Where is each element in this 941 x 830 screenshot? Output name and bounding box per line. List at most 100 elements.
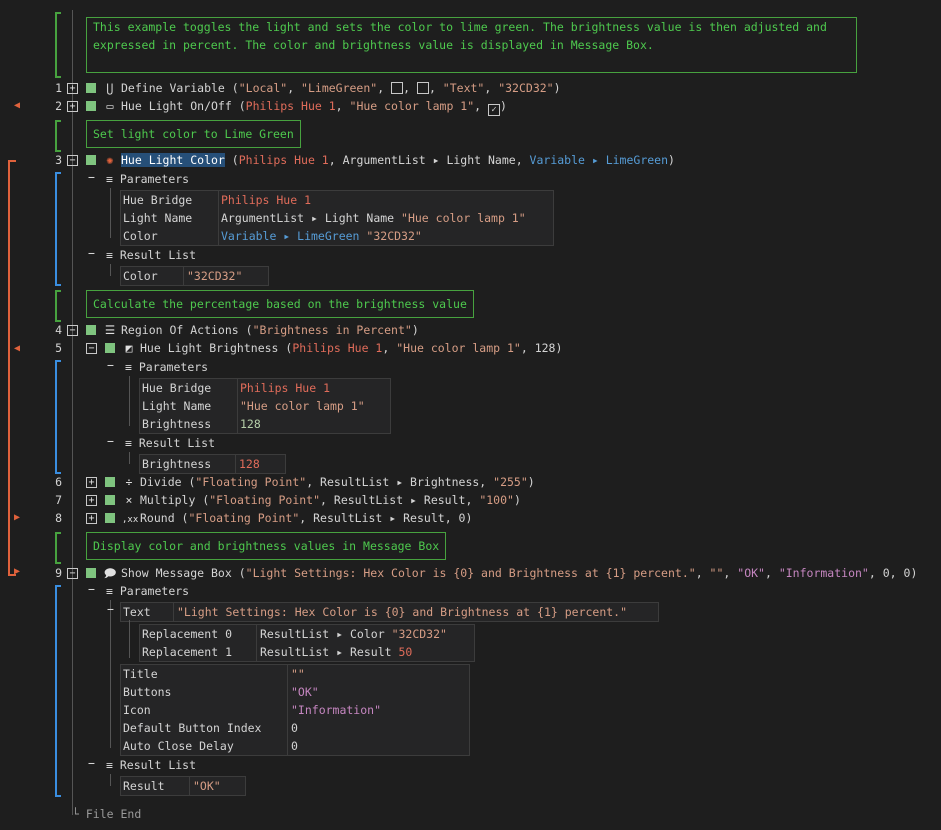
param-value: Philips Hue 1 [240, 381, 331, 395]
param-row[interactable]: Color Variable ▸ LimeGreen "32CD32" [121, 227, 553, 245]
param-row[interactable]: Title "" [121, 665, 469, 683]
arg: "Hue color lamp 1" [396, 341, 521, 355]
collapse-icon[interactable]: − [67, 155, 78, 166]
divide-icon: ÷ [125, 475, 133, 489]
param-row[interactable]: Text "Light Settings: Hex Color is {0} an… [121, 603, 658, 621]
collapse-icon[interactable]: − [88, 756, 95, 770]
parameters-header[interactable]: ≡ Parameters [106, 170, 189, 188]
collapse-icon[interactable]: − [107, 602, 114, 616]
line-number: 3 [55, 153, 62, 167]
action-row-7[interactable]: × Multiply ("Floating Point", ResultList … [122, 491, 521, 509]
param-value: 50 [398, 645, 413, 659]
collapse-icon[interactable]: − [67, 568, 78, 579]
param-key: Replacement 0 [142, 627, 233, 641]
action-row-5[interactable]: ◩ Hue Light Brightness (Philips Hue 1, "H… [122, 339, 563, 357]
marker-left-icon[interactable]: ◀ [14, 344, 20, 354]
param-row[interactable]: Brightness 128 [140, 415, 390, 433]
arg: "255" [493, 475, 528, 489]
expand-icon[interactable]: + [86, 495, 97, 506]
enabled-checkbox[interactable] [86, 155, 96, 165]
comment-bracket [55, 12, 61, 78]
action-name: Divide [140, 475, 182, 489]
param-row[interactable]: Icon "Information" [121, 701, 469, 719]
marker-right-icon[interactable]: ▶ [14, 567, 20, 577]
action-row-8[interactable]: ,xx Round ("Floating Point", ResultList ▸… [122, 509, 472, 527]
comment-block[interactable]: Calculate the percentage based on the br… [86, 290, 474, 318]
param-row[interactable]: Light Name "Hue color lamp 1" [140, 397, 390, 415]
param-row[interactable]: Replacement 1 ResultList ▸ Result 50 [140, 643, 474, 661]
action-row-6[interactable]: ÷ Divide ("Floating Point", ResultList ▸ … [122, 473, 535, 491]
collapse-icon[interactable]: − [88, 582, 95, 596]
comment-text: Set light color to Lime Green [93, 127, 294, 141]
enabled-checkbox[interactable] [105, 343, 115, 353]
param-key: Light Name [142, 399, 212, 413]
collapse-icon[interactable]: − [88, 246, 95, 260]
line-number: 2 [55, 99, 62, 113]
result-list-header[interactable]: ≡ Result List [106, 756, 196, 774]
comment-bracket [55, 290, 61, 322]
collapse-icon[interactable]: − [88, 170, 95, 184]
action-row-4[interactable]: ☰ Region Of Actions ("Brightness in Perce… [103, 321, 419, 339]
block-bracket [55, 585, 61, 797]
result-table: Brightness 128 [139, 454, 286, 474]
param-row[interactable]: Hue Bridge Philips Hue 1 [140, 379, 390, 397]
result-row[interactable]: Result "OK" [121, 777, 245, 795]
comment-block[interactable]: Display color and brightness values in M… [86, 532, 447, 560]
variable-icon: ⋃ [106, 81, 114, 95]
param-value: ResultList ▸ Color [260, 627, 385, 641]
arg: Philips Hue 1 [292, 341, 383, 355]
enabled-checkbox[interactable] [105, 477, 115, 487]
action-row-2[interactable]: ▭ Hue Light On/Off (Philips Hue 1, "Hue c… [103, 97, 507, 116]
parameters-header[interactable]: ≡ Parameters [106, 582, 189, 600]
param-key: Color [123, 229, 158, 243]
action-row-3[interactable]: ✺ Hue Light Color (Philips Hue 1, Argumen… [103, 151, 675, 169]
arg: "Brightness in Percent" [252, 323, 412, 337]
param-value: Philips Hue 1 [221, 193, 312, 207]
param-key: Buttons [123, 685, 172, 699]
action-row-9[interactable]: 🗩 Show Message Box ("Light Settings: Hex … [103, 564, 918, 582]
line-number: 4 [55, 323, 62, 337]
result-list-header[interactable]: ≡ Result List [125, 434, 215, 452]
param-row[interactable]: Auto Close Delay 0 [121, 737, 469, 755]
result-value: 128 [239, 457, 260, 471]
comment-block[interactable]: Set light color to Lime Green [86, 120, 301, 148]
parameters-header[interactable]: ≡ Parameters [125, 358, 208, 376]
enabled-checkbox[interactable] [86, 101, 96, 111]
comment-block[interactable]: This example toggles the light and sets … [86, 17, 857, 73]
expand-icon[interactable]: + [86, 477, 97, 488]
arg: ResultList ▸ Result [333, 493, 466, 507]
label: Parameters [138, 360, 209, 374]
result-row[interactable]: Brightness 128 [140, 455, 285, 473]
checkbox[interactable] [416, 82, 429, 94]
action-row-1[interactable]: ⋃ Define Variable ("Local", "LimeGreen", … [103, 79, 561, 97]
expand-icon[interactable]: + [86, 513, 97, 524]
expand-icon[interactable]: + [67, 83, 78, 94]
enabled-checkbox[interactable] [86, 83, 96, 93]
arg: "" [709, 566, 724, 580]
param-row[interactable]: Buttons "OK" [121, 683, 469, 701]
param-row[interactable]: Light Name ArgumentList ▸ Light Name "Hue… [121, 209, 553, 227]
result-list-header[interactable]: ≡ Result List [106, 246, 196, 264]
marker-left-icon[interactable]: ◀ [14, 101, 20, 111]
enabled-checkbox[interactable] [105, 495, 115, 505]
collapse-icon[interactable]: − [67, 325, 78, 336]
collapse-icon[interactable]: − [107, 358, 114, 372]
checkbox-checked[interactable]: ✓ [488, 104, 500, 116]
enabled-checkbox[interactable] [86, 325, 96, 335]
param-row[interactable]: Default Button Index 0 [121, 719, 469, 737]
checkbox[interactable] [391, 82, 404, 94]
tree-line [129, 452, 130, 464]
result-table: Color "32CD32" [120, 266, 269, 286]
text-param-table: Text "Light Settings: Hex Color is {0} an… [120, 602, 659, 622]
enabled-checkbox[interactable] [105, 513, 115, 523]
enabled-checkbox[interactable] [86, 568, 96, 578]
collapse-icon[interactable]: − [107, 434, 114, 448]
param-value: ArgumentList ▸ Light Name [221, 211, 395, 225]
result-row[interactable]: Color "32CD32" [121, 267, 268, 285]
param-row[interactable]: Replacement 0 ResultList ▸ Color "32CD32" [140, 625, 474, 643]
expand-icon[interactable]: + [67, 101, 78, 112]
brightness-icon: ◩ [125, 341, 133, 355]
marker-right-icon[interactable]: ▶ [14, 513, 20, 523]
param-row[interactable]: Hue Bridge Philips Hue 1 [121, 191, 553, 209]
collapse-icon[interactable]: − [86, 343, 97, 354]
